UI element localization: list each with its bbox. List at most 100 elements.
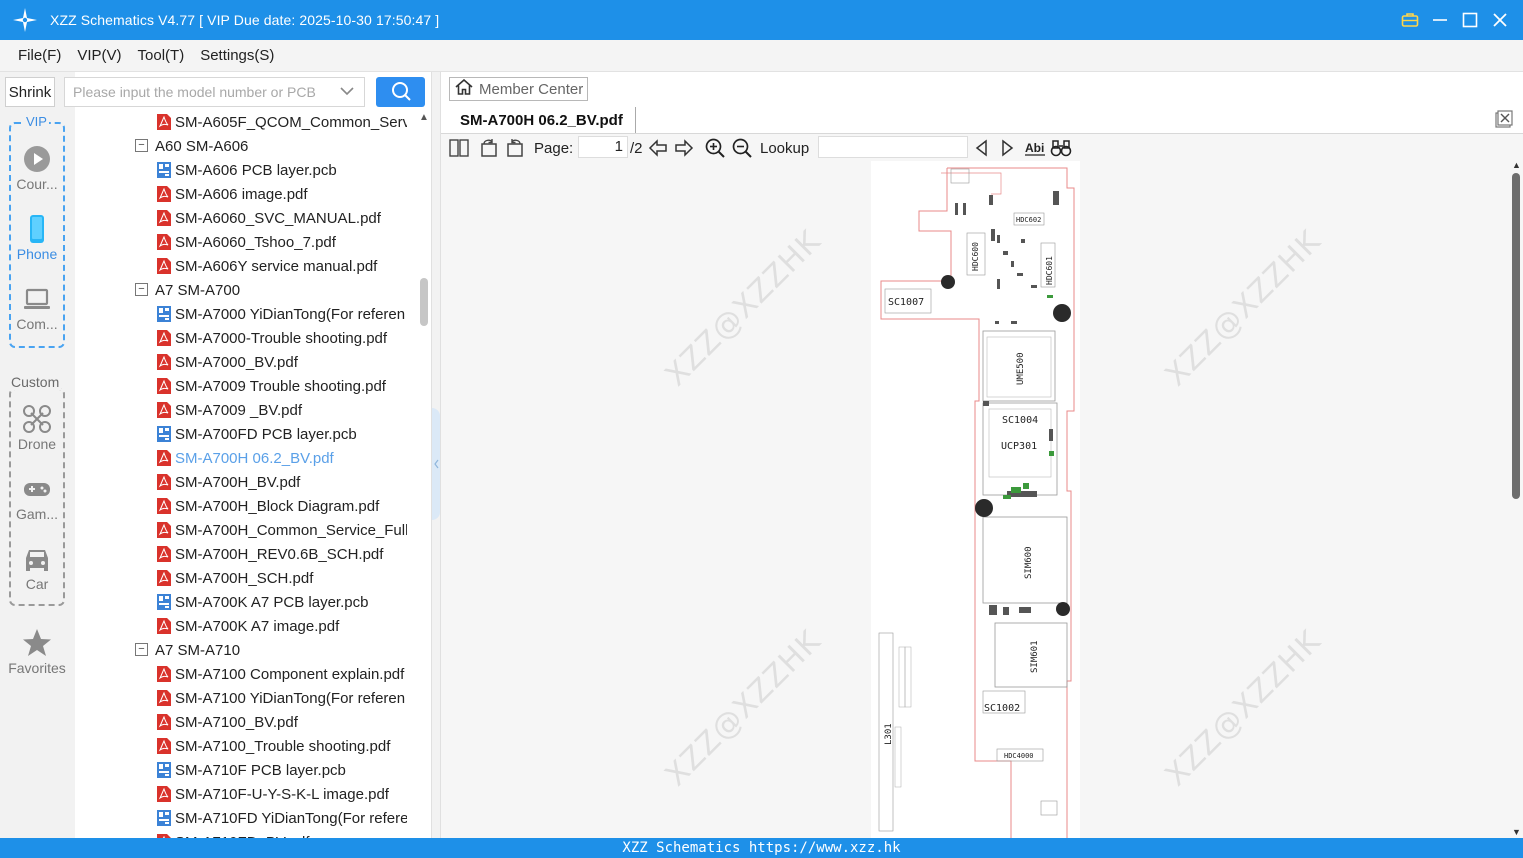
tree-item-label: A60 SM-A606 bbox=[155, 137, 249, 155]
tree-item-label: SM-A7009 _BV.pdf bbox=[175, 401, 303, 419]
next-page-icon[interactable] bbox=[674, 138, 694, 158]
tree-file[interactable]: SM-A7000 YiDianTong(For referen bbox=[75, 302, 417, 326]
tree-file[interactable]: SM-A605F_QCOM_Common_Servic bbox=[75, 110, 417, 134]
close-all-tabs-icon[interactable] bbox=[1495, 110, 1513, 131]
search-button[interactable] bbox=[376, 77, 425, 107]
tree-file[interactable]: SM-A7100_BV.pdf bbox=[75, 710, 417, 734]
rail-item-favorites[interactable]: Favorites bbox=[7, 628, 67, 676]
shrink-button[interactable]: Shrink bbox=[5, 77, 55, 107]
two-page-view-icon[interactable] bbox=[449, 138, 469, 158]
match-case-icon[interactable]: Abi bbox=[1024, 138, 1046, 158]
tree-file[interactable]: SM-A7100 YiDianTong(For referen bbox=[75, 686, 417, 710]
rail-item-computer[interactable]: Com... bbox=[7, 284, 67, 332]
pcb-file-icon bbox=[157, 162, 171, 178]
tree-file[interactable]: SM-A606 PCB layer.pcb bbox=[75, 158, 417, 182]
panel-splitter[interactable] bbox=[431, 72, 441, 838]
tree-file[interactable]: SM-A700H_Block Diagram.pdf bbox=[75, 494, 417, 518]
rail-item-label: Gam... bbox=[15, 506, 58, 522]
rotate-right-icon[interactable] bbox=[505, 138, 525, 158]
collapse-icon[interactable]: − bbox=[135, 139, 148, 152]
member-center-button[interactable]: Member Center bbox=[449, 77, 588, 101]
model-search-input[interactable] bbox=[65, 78, 325, 106]
tree-file[interactable]: SM-A710F-U-Y-S-K-L image.pdf bbox=[75, 782, 417, 806]
rail-item-label: Drone bbox=[17, 436, 57, 452]
collapse-icon[interactable]: − bbox=[135, 643, 148, 656]
pdf-viewer[interactable]: XZZ@XZZHK XZZ@XZZHK XZZ@XZZHK XZZ@XZZHK bbox=[441, 161, 1509, 838]
pcb-board-drawing: HDC600 HDC601 HDC602 SC1007 UME500 SC100… bbox=[878, 167, 1075, 838]
vip-group-label: VIP bbox=[24, 114, 49, 129]
tree-file[interactable]: SM-A700K A7 PCB layer.pcb bbox=[75, 590, 417, 614]
rail-item-phone[interactable]: Phone bbox=[7, 214, 67, 262]
previous-page-icon[interactable] bbox=[648, 138, 668, 158]
scroll-down-icon[interactable]: ▼ bbox=[1512, 827, 1521, 837]
tree-file[interactable]: SM-A710F PCB layer.pcb bbox=[75, 758, 417, 782]
pdf-file-icon bbox=[157, 738, 171, 754]
scroll-up-icon[interactable]: ▲ bbox=[419, 112, 429, 123]
tree-file[interactable]: SM-A710FD_BV.pdf bbox=[75, 830, 417, 838]
collapse-icon[interactable]: − bbox=[135, 283, 148, 296]
board-label: L301 bbox=[884, 723, 894, 745]
zoom-out-icon[interactable] bbox=[732, 138, 752, 158]
tree-file[interactable]: SM-A700FD PCB layer.pcb bbox=[75, 422, 417, 446]
collapse-handle[interactable] bbox=[432, 408, 440, 520]
tree-file[interactable]: SM-A700H_REV0.6B_SCH.pdf bbox=[75, 542, 417, 566]
tree-folder[interactable]: − A7 SM-A700 bbox=[75, 278, 417, 302]
star-icon bbox=[7, 628, 67, 658]
tree-file[interactable]: SM-A7000-Trouble shooting.pdf bbox=[75, 326, 417, 350]
tree-file[interactable]: SM-A700H_SCH.pdf bbox=[75, 566, 417, 590]
tree-file[interactable]: SM-A6060_SVC_MANUAL.pdf bbox=[75, 206, 417, 230]
menu-vip[interactable]: VIP(V) bbox=[77, 47, 121, 64]
menu-tool[interactable]: Tool(T) bbox=[138, 47, 185, 64]
menu-file[interactable]: File(F) bbox=[18, 47, 61, 64]
tree-file[interactable]: SM-A710FD YiDianTong(For refere bbox=[75, 806, 417, 830]
rail-item-drone[interactable]: Drone bbox=[7, 404, 67, 452]
lookup-label: Lookup bbox=[760, 139, 810, 157]
minimize-icon[interactable] bbox=[1431, 11, 1449, 29]
tree-file[interactable]: SM-A606 image.pdf bbox=[75, 182, 417, 206]
tree-item-label: SM-A6060_Tshoo_7.pdf bbox=[175, 233, 336, 251]
rotate-left-icon[interactable] bbox=[479, 138, 499, 158]
tree-item-label: SM-A700FD PCB layer.pcb bbox=[175, 425, 357, 443]
page-number-input[interactable]: 1 bbox=[578, 136, 628, 158]
rail-item-car[interactable]: Car bbox=[7, 544, 67, 592]
pdf-page: HDC600 HDC601 HDC602 SC1007 UME500 SC100… bbox=[871, 161, 1080, 838]
close-icon[interactable] bbox=[1491, 11, 1509, 29]
tree-scrollbar[interactable]: ▲ bbox=[417, 110, 431, 838]
find-previous-icon[interactable] bbox=[974, 138, 990, 158]
tree-file[interactable]: SM-A7100 Component explain.pdf bbox=[75, 662, 417, 686]
tree-file[interactable]: SM-A700H_BV.pdf bbox=[75, 470, 417, 494]
tree-file[interactable]: SM-A700H 06.2_BV.pdf bbox=[75, 446, 417, 470]
tree-file[interactable]: SM-A7009 _BV.pdf bbox=[75, 398, 417, 422]
chevron-down-icon[interactable] bbox=[340, 84, 354, 101]
rail-item-courses[interactable]: Cour... bbox=[7, 144, 67, 192]
pdf-file-icon bbox=[157, 666, 171, 682]
tree-file[interactable]: SM-A700H_Common_Service_Full_ bbox=[75, 518, 417, 542]
tree-file[interactable]: SM-A606Y service manual.pdf bbox=[75, 254, 417, 278]
tree-item-label: SM-A700H_Common_Service_Full_ bbox=[175, 521, 407, 539]
maximize-icon[interactable] bbox=[1461, 11, 1479, 29]
tree-file[interactable]: SM-A700K A7 image.pdf bbox=[75, 614, 417, 638]
tree-item-label: SM-A7000_BV.pdf bbox=[175, 353, 298, 371]
svg-text:Abi: Abi bbox=[1025, 141, 1044, 155]
menu-settings[interactable]: Settings(S) bbox=[200, 47, 274, 64]
briefcase-icon[interactable] bbox=[1401, 11, 1419, 29]
tree-scroll-thumb[interactable] bbox=[420, 278, 428, 326]
scroll-up-icon[interactable]: ▲ bbox=[1512, 160, 1521, 170]
rail-item-game[interactable]: Gam... bbox=[7, 474, 67, 522]
lookup-input[interactable] bbox=[818, 136, 968, 158]
tree-folder[interactable]: − A60 SM-A606 bbox=[75, 134, 417, 158]
board-label: SC1007 bbox=[888, 297, 924, 308]
tree-file[interactable]: SM-A7100_Trouble shooting.pdf bbox=[75, 734, 417, 758]
viewer-scrollbar[interactable]: ▲ ▼ bbox=[1509, 160, 1523, 838]
tree-folder[interactable]: − A7 SM-A710 bbox=[75, 638, 417, 662]
find-next-icon[interactable] bbox=[999, 138, 1015, 158]
laptop-icon bbox=[7, 284, 67, 314]
rail-item-label: Phone bbox=[16, 246, 58, 262]
zoom-in-icon[interactable] bbox=[705, 138, 725, 158]
viewer-scroll-thumb[interactable] bbox=[1512, 173, 1520, 499]
binoculars-icon[interactable] bbox=[1050, 138, 1072, 158]
tree-file[interactable]: SM-A7009 Trouble shooting.pdf bbox=[75, 374, 417, 398]
tree-file[interactable]: SM-A6060_Tshoo_7.pdf bbox=[75, 230, 417, 254]
tree-file[interactable]: SM-A7000_BV.pdf bbox=[75, 350, 417, 374]
tab-document[interactable]: SM-A700H 06.2_BV.pdf bbox=[448, 107, 636, 133]
